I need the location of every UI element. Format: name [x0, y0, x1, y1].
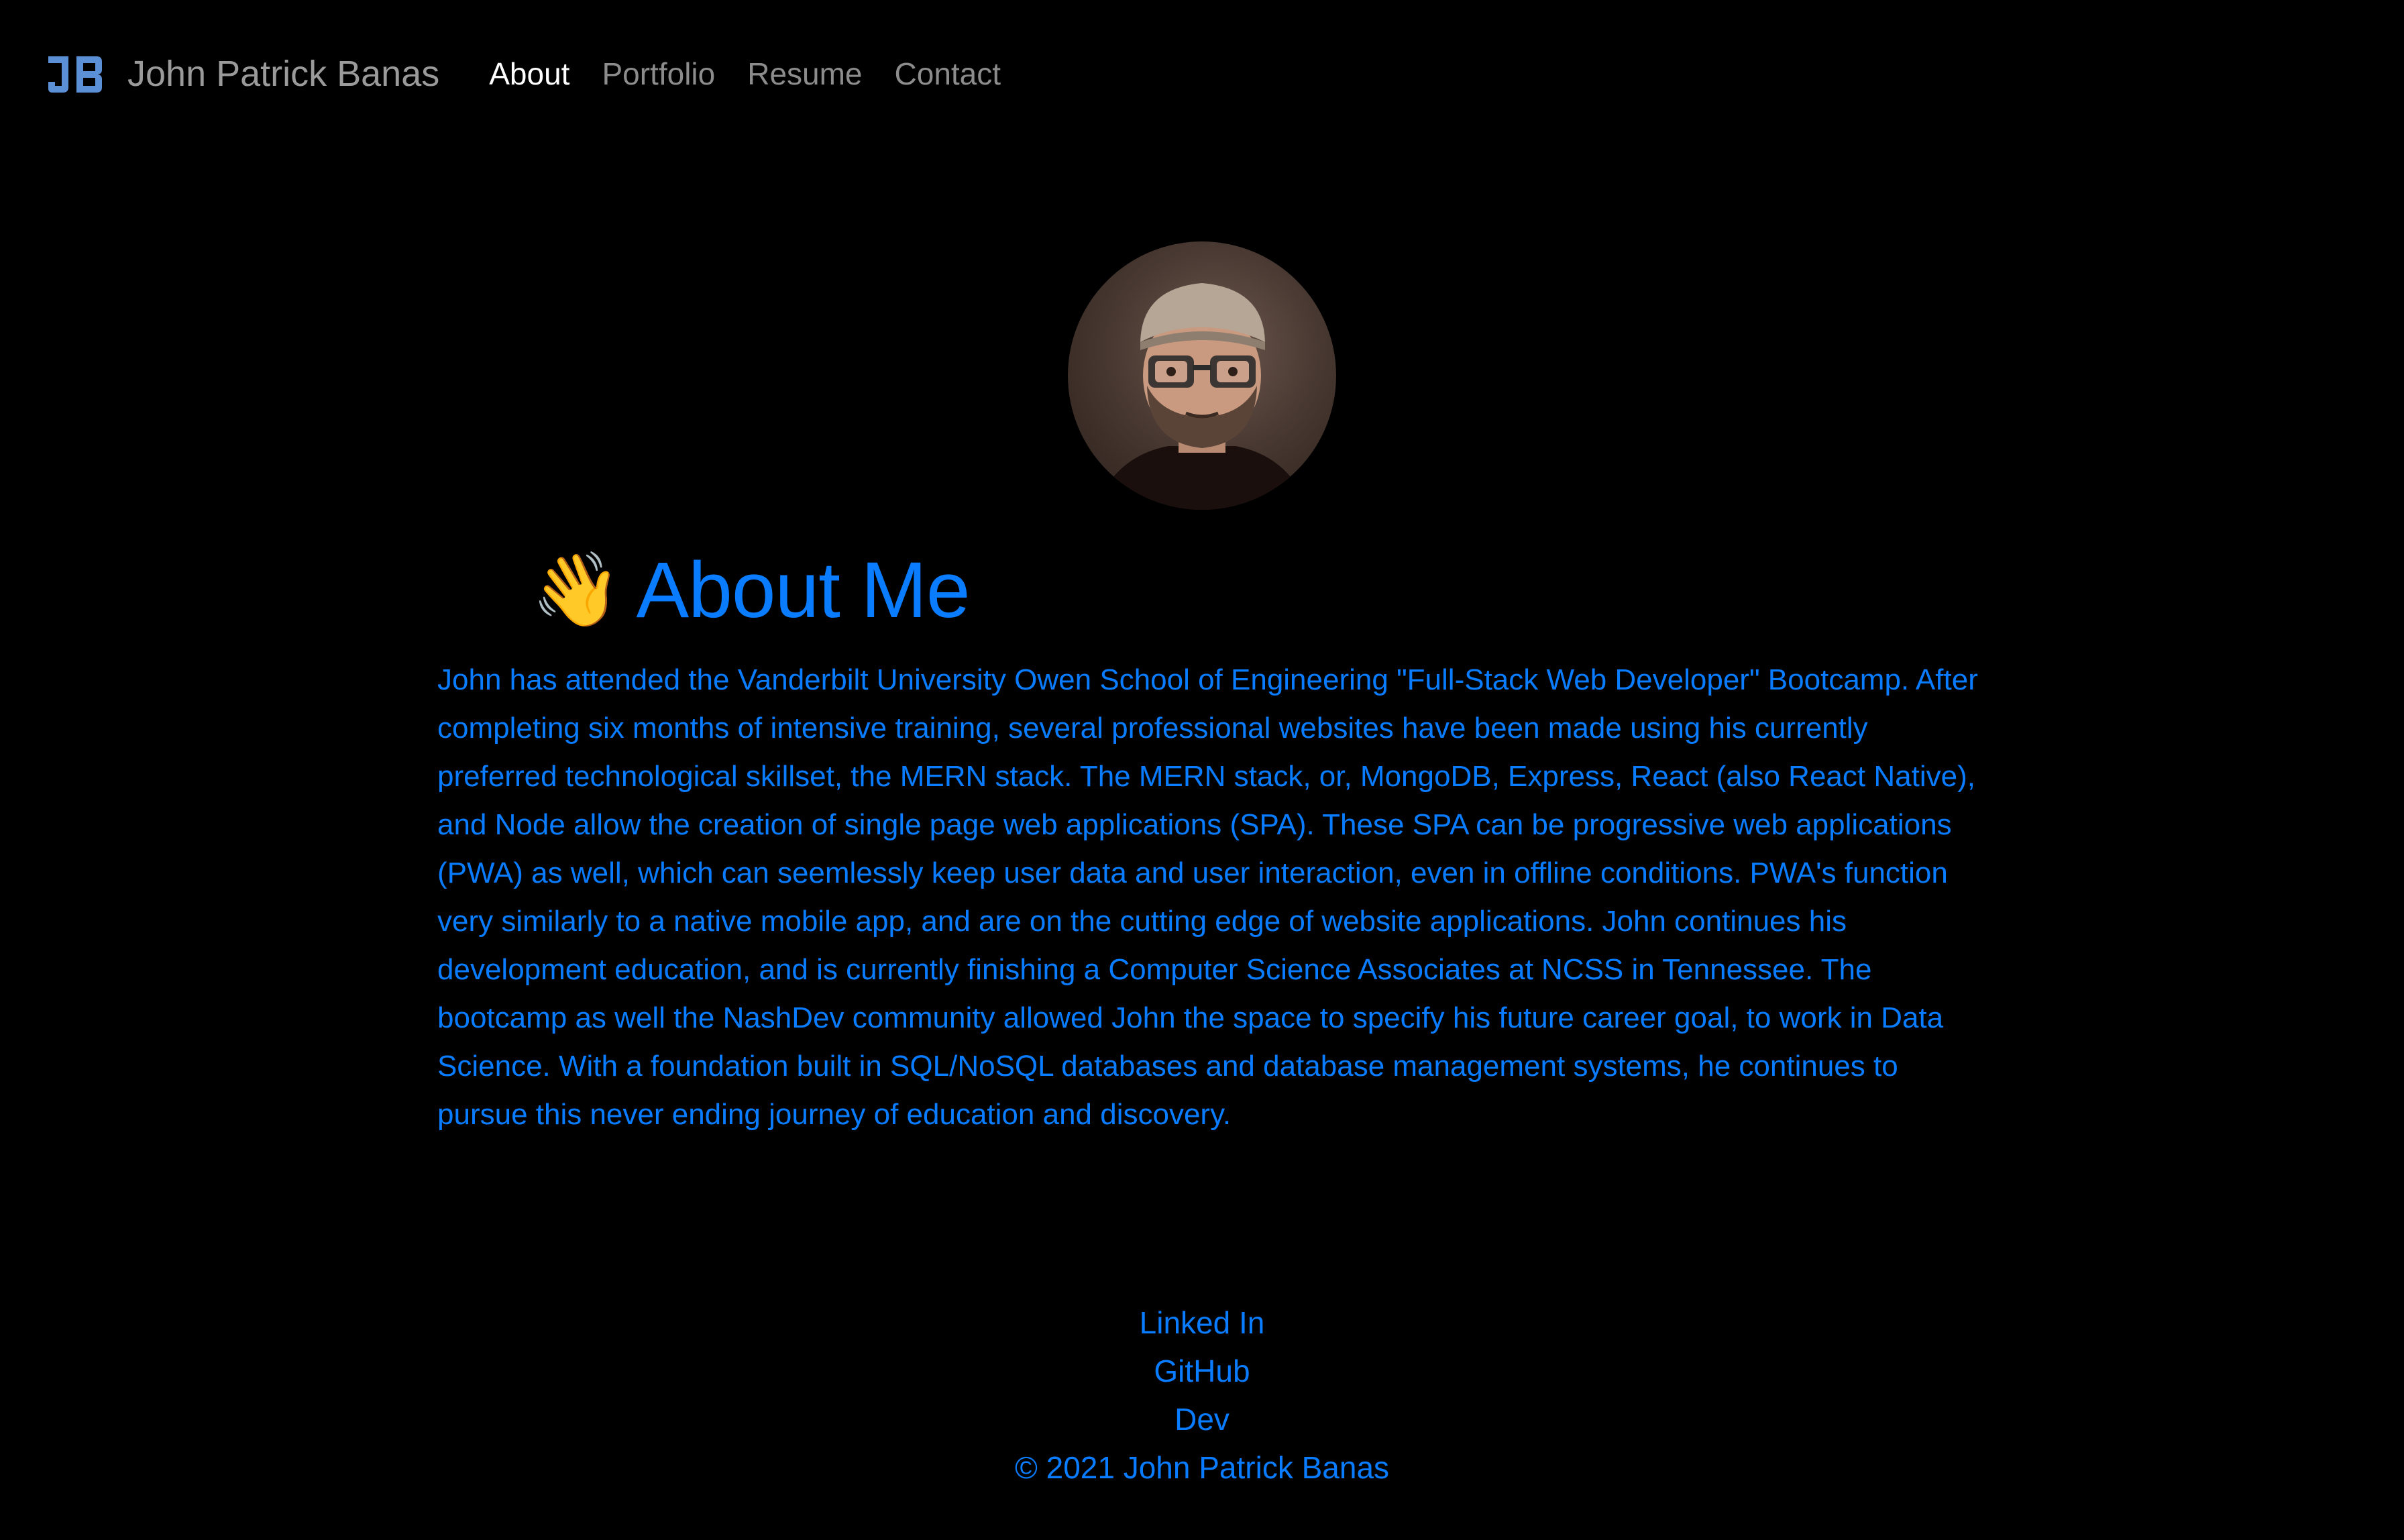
nav-portfolio[interactable]: Portfolio [602, 56, 715, 92]
jb-logo-icon [48, 56, 102, 93]
footer-link-github[interactable]: GitHub [1154, 1347, 1250, 1395]
about-heading: 👋 About Me [531, 543, 971, 637]
nav-contact[interactable]: Contact [895, 56, 1001, 92]
waving-hand-icon: 👋 [531, 548, 622, 632]
main-nav: About Portfolio Resume Contact [489, 56, 1033, 92]
footer: Linked In GitHub Dev © 2021 John Patrick… [0, 1299, 2404, 1492]
footer-link-linkedin[interactable]: Linked In [1140, 1299, 1265, 1347]
profile-photo-icon [1095, 283, 1309, 510]
nav-about[interactable]: About [489, 56, 569, 92]
footer-copyright: © 2021 John Patrick Banas [1014, 1450, 1390, 1485]
brand-link[interactable]: John Patrick Banas [46, 52, 439, 95]
about-title: About Me [636, 546, 970, 635]
footer-link-dev[interactable]: Dev [1174, 1395, 1230, 1443]
profile-avatar [1068, 241, 1336, 510]
brand-name: John Patrick Banas [127, 54, 440, 94]
about-paragraph: John has attended the Vanderbilt Univers… [437, 663, 1978, 1131]
navbar: John Patrick Banas About Portfolio Resum… [0, 0, 2404, 148]
nav-resume[interactable]: Resume [747, 56, 862, 92]
